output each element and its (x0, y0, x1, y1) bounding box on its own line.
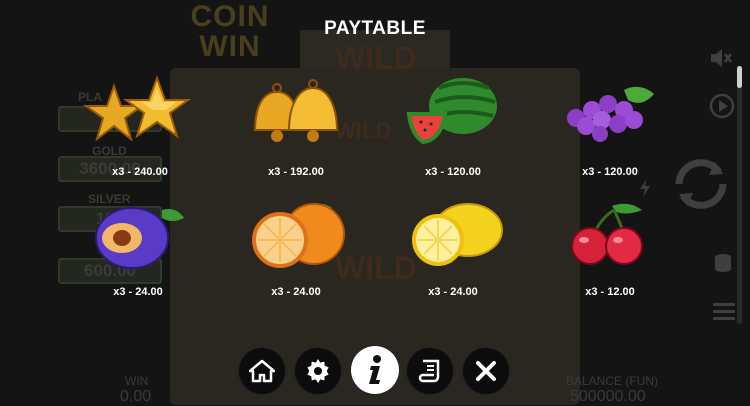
plum-symbol (90, 200, 190, 280)
cherries-symbol (566, 200, 666, 280)
lemon-symbol (410, 202, 510, 282)
balance-value: 500000.00 (570, 388, 646, 405)
gear-icon (305, 358, 331, 384)
watermelon-symbol (405, 74, 505, 154)
payout-cherries: x3 - 12.00 (585, 286, 635, 298)
close-icon (475, 360, 497, 382)
close-button[interactable] (463, 348, 509, 394)
bells-symbol (245, 78, 345, 158)
paytable-scrollbar[interactable] (737, 66, 742, 324)
page-title: PAYTABLE (324, 18, 426, 39)
balance-label: BALANCE (FUN) (566, 374, 659, 388)
orange-symbol (252, 200, 352, 280)
payout-lemon: x3 - 24.00 (428, 286, 478, 298)
scroll-icon (418, 358, 442, 384)
spin-icon[interactable] (665, 148, 737, 225)
stars-symbol (82, 72, 192, 152)
win-value: 0.00 (120, 388, 152, 405)
payout-grapes: x3 - 120.00 (582, 166, 638, 178)
payout-orange: x3 - 24.00 (271, 286, 321, 298)
home-button[interactable] (239, 348, 285, 394)
rules-button[interactable] (407, 348, 453, 394)
mute-icon[interactable] (708, 45, 734, 76)
settings-button[interactable] (295, 348, 341, 394)
menu-icon[interactable] (713, 302, 735, 325)
win-label: WIN (125, 374, 149, 388)
payout-plum: x3 - 24.00 (113, 286, 163, 298)
info-button[interactable] (351, 346, 399, 394)
scrollbar-thumb[interactable] (737, 66, 742, 88)
home-icon (249, 359, 275, 383)
payout-stars: x3 - 240.00 (112, 166, 168, 178)
coins-icon[interactable] (713, 252, 733, 279)
grapes-symbol (562, 80, 662, 160)
background-wild-top: WILD (335, 40, 417, 76)
payout-bells: x3 - 192.00 (268, 166, 324, 178)
autoplay-icon[interactable] (708, 92, 736, 125)
payout-watermelon: x3 - 120.00 (425, 166, 481, 178)
info-icon (365, 354, 385, 386)
